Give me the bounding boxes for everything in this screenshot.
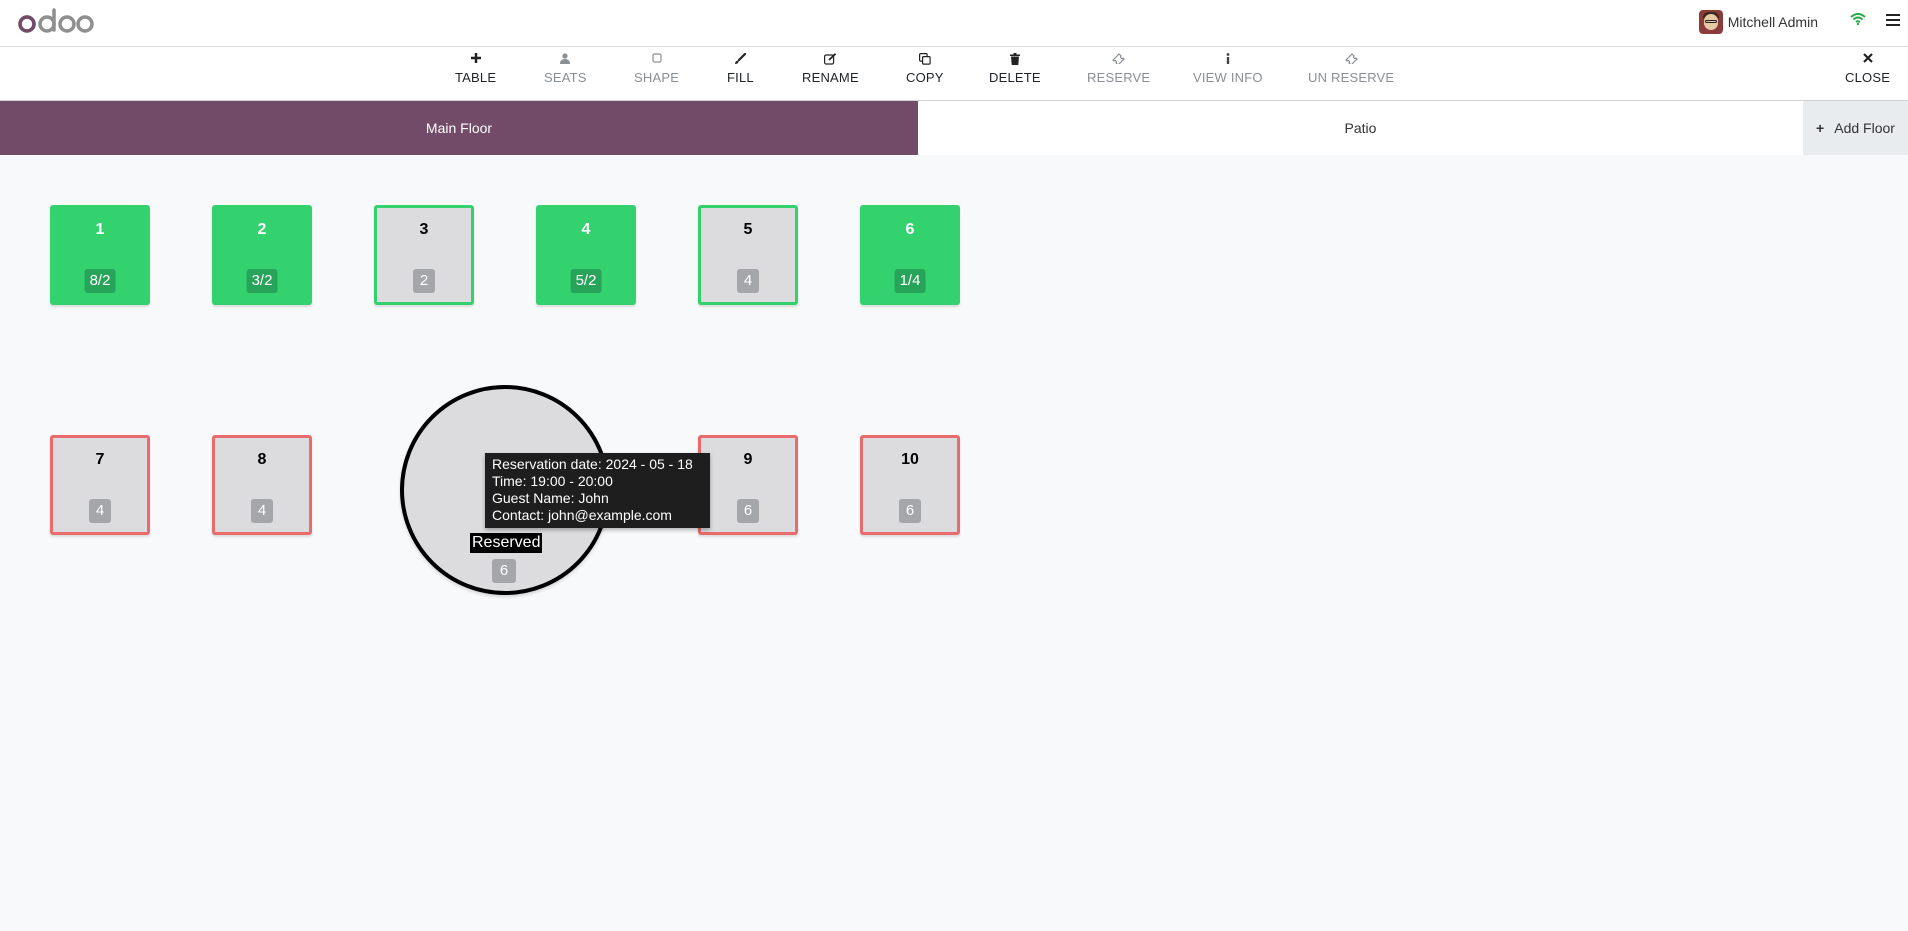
reserve-button[interactable]: RESERVE <box>1087 53 1150 85</box>
table-2[interactable]: 2 3/2 <box>212 205 312 305</box>
guest-name: Guest Name: John <box>492 490 609 506</box>
table-seats: 8/2 <box>84 269 116 293</box>
shape-button[interactable]: SHAPE <box>634 53 679 85</box>
fill-button[interactable]: FILL <box>727 53 754 85</box>
table-seats: 6 <box>492 559 516 583</box>
table-seats: 4 <box>251 499 273 523</box>
plus-icon: + <box>1816 120 1825 136</box>
table-4[interactable]: 4 5/2 <box>536 205 636 305</box>
table-6[interactable]: 6 1/4 <box>860 205 960 305</box>
ticket-icon <box>1308 53 1394 67</box>
table-name: 10 <box>901 451 919 468</box>
add-floor-button[interactable]: + Add Floor <box>1803 101 1908 155</box>
edit-icon <box>802 53 859 67</box>
close-icon <box>1845 53 1890 67</box>
table-10[interactable]: 10 6 <box>860 435 960 535</box>
table-name: 5 <box>743 221 753 238</box>
rename-button[interactable]: RENAME <box>802 53 859 85</box>
floor-tab-main[interactable]: Main Floor <box>0 101 918 155</box>
top-header: Mitchell Admin <box>0 0 1908 47</box>
reservation-time: Time: 19:00 - 20:00 <box>492 473 613 489</box>
close-button[interactable]: CLOSE <box>1845 53 1890 85</box>
table-7[interactable]: 7 4 <box>50 435 150 535</box>
avatar <box>1698 10 1723 34</box>
table-name: 1 <box>95 221 105 238</box>
table-name: 9 <box>743 451 753 468</box>
ticket-icon <box>1087 53 1150 67</box>
table-seats: 4 <box>737 269 759 293</box>
odoo-logo[interactable] <box>18 8 94 41</box>
info-icon <box>1193 53 1263 67</box>
un-reserve-button[interactable]: UN RESERVE <box>1308 53 1394 85</box>
table-3[interactable]: 3 2 <box>374 205 474 305</box>
table-seats: 1/4 <box>894 269 926 293</box>
table-name: 8 <box>257 451 267 468</box>
odoo-logo-icon <box>18 8 94 33</box>
table-seats: 6 <box>899 499 921 523</box>
table-9[interactable]: 9 6 <box>698 435 798 535</box>
table-name: 4 <box>581 221 591 238</box>
table-name: 3 <box>419 221 429 238</box>
view-info-button[interactable]: VIEW INFO <box>1193 53 1263 85</box>
delete-button[interactable]: DELETE <box>989 53 1041 85</box>
table-seats: 2 <box>413 269 435 293</box>
table-seats: 6 <box>737 499 759 523</box>
wifi-icon <box>1850 12 1866 30</box>
user-name: Mitchell Admin <box>1727 14 1818 30</box>
floor-tabs: Main Floor Patio + Add Floor <box>0 101 1908 155</box>
table-name: 6 <box>905 221 915 238</box>
floor-edit-toolbar: TABLE SEATS SHAPE FILL RENAME COPY DELET… <box>0 47 1908 101</box>
reservation-tooltip: Reservation date: 2024 - 05 - 18 Time: 1… <box>485 453 710 528</box>
copy-icon <box>906 53 944 67</box>
table-1[interactable]: 1 8/2 <box>50 205 150 305</box>
table-seats: 5/2 <box>570 269 602 293</box>
reserved-label: Reserved <box>470 533 543 553</box>
add-floor-label: Add Floor <box>1834 120 1895 136</box>
table-5[interactable]: 5 4 <box>698 205 798 305</box>
table-8[interactable]: 8 4 <box>212 435 312 535</box>
menu-icon[interactable] <box>1886 14 1900 26</box>
square-icon <box>634 53 679 67</box>
reservation-date: Reservation date: 2024 - 05 - 18 <box>492 456 693 472</box>
trash-icon <box>989 53 1041 67</box>
plus-icon <box>455 53 496 67</box>
add-table-button[interactable]: TABLE <box>455 53 496 85</box>
user-icon <box>544 53 587 67</box>
table-seats: 3/2 <box>246 269 278 293</box>
table-seats: 4 <box>89 499 111 523</box>
user-menu[interactable]: Mitchell Admin <box>1698 10 1818 34</box>
paint-brush-icon <box>727 53 754 67</box>
copy-button[interactable]: COPY <box>906 53 944 85</box>
floor-tab-patio[interactable]: Patio <box>918 101 1803 155</box>
table-name: 7 <box>95 451 105 468</box>
guest-contact: Contact: john@example.com <box>492 507 672 523</box>
seats-button[interactable]: SEATS <box>544 53 587 85</box>
table-name: 2 <box>257 221 267 238</box>
